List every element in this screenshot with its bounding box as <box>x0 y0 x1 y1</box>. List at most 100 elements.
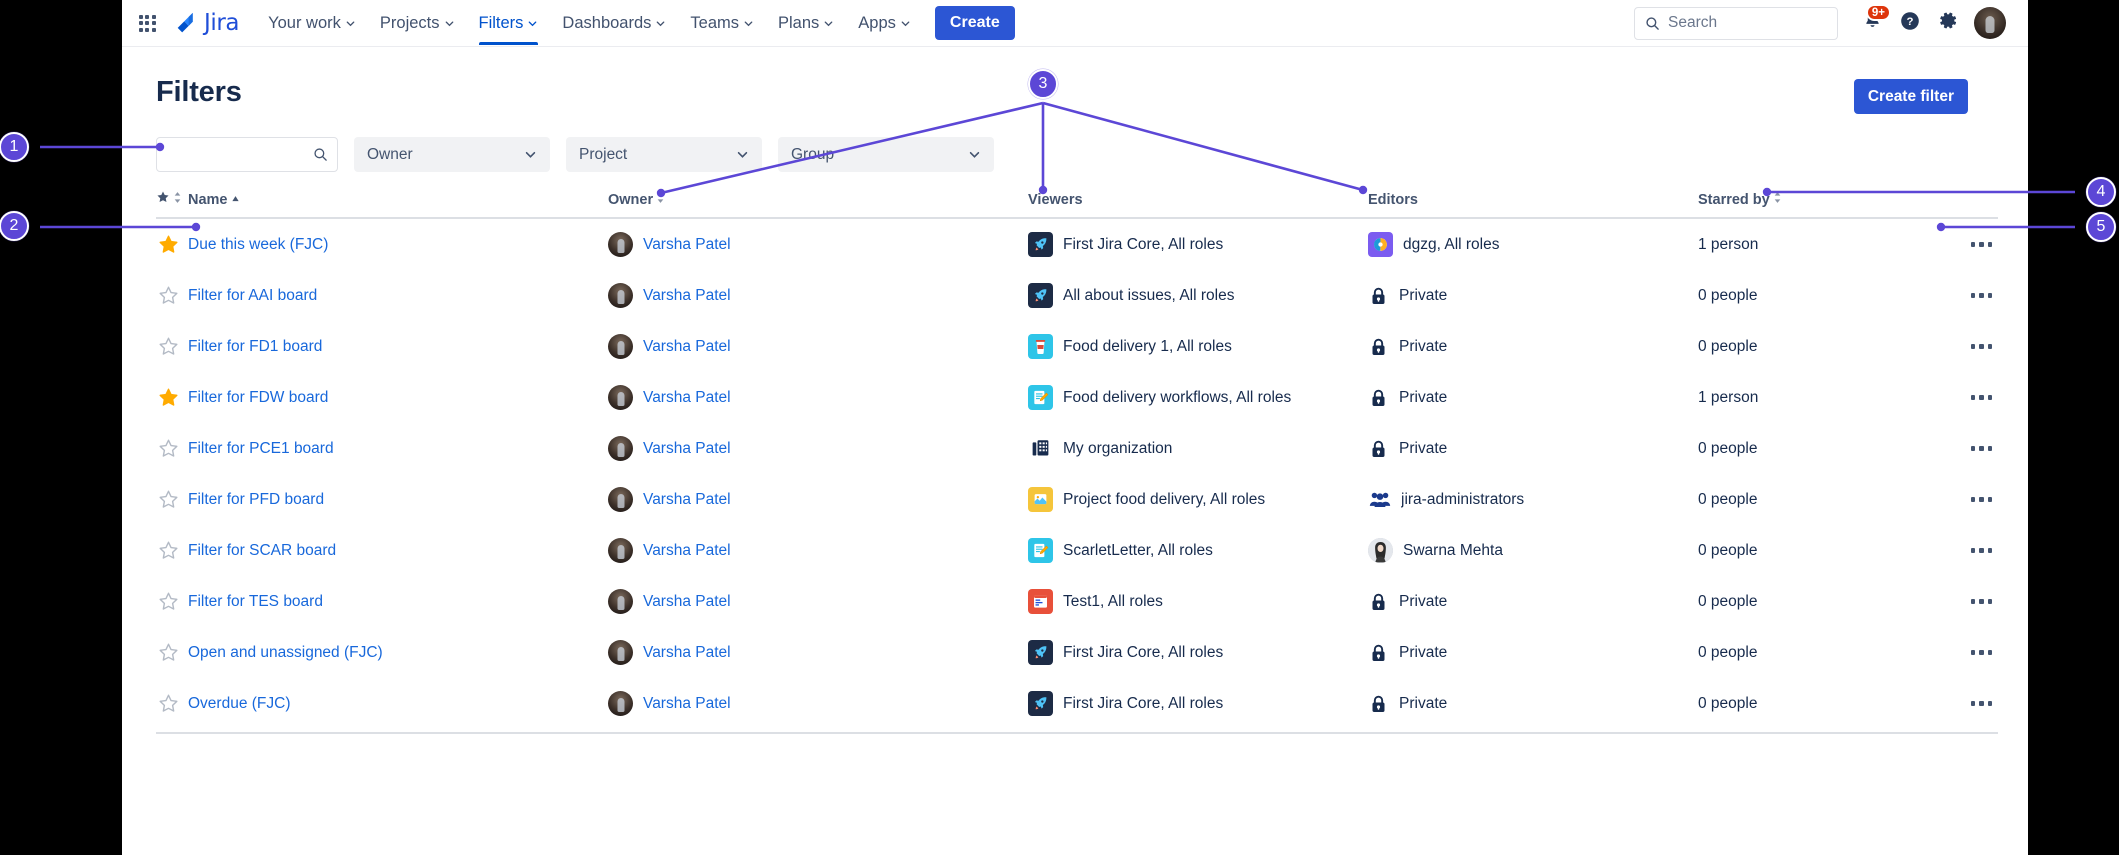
table-row[interactable]: Due this week (FJC) Varsha Patel First Jir… <box>156 218 1998 270</box>
filter-name-link[interactable]: Filter for AAI board <box>188 287 317 304</box>
table-row[interactable]: Filter for PFD board Varsha Patel Project … <box>156 474 1998 525</box>
more-actions-icon[interactable] <box>1928 242 1998 247</box>
column-header-starred-by-label: Starred by <box>1698 191 1770 208</box>
row-star-toggle[interactable] <box>156 423 188 474</box>
chevron-down-icon <box>900 18 911 29</box>
filters-table: Name Owner Viewers Editors Starred by Du… <box>156 190 1998 734</box>
row-star-toggle[interactable] <box>156 372 188 423</box>
row-viewers-cell: First Jira Core, All roles <box>1028 627 1368 678</box>
row-star-toggle[interactable] <box>156 474 188 525</box>
row-star-toggle[interactable] <box>156 525 188 576</box>
create-button[interactable]: Create <box>934 6 1015 40</box>
owner-name-link[interactable]: Varsha Patel <box>643 491 731 509</box>
owner-name-link[interactable]: Varsha Patel <box>643 236 731 254</box>
group-people-icon <box>1368 487 1391 512</box>
nav-item-apps[interactable]: Apps <box>847 1 922 45</box>
filter-name-link[interactable]: Overdue (FJC) <box>188 695 291 712</box>
more-actions-icon[interactable] <box>1928 650 1998 655</box>
column-header-star[interactable] <box>156 190 188 219</box>
row-actions-cell <box>1928 627 1998 678</box>
more-actions-icon[interactable] <box>1928 701 1998 706</box>
filter-name-link[interactable]: Filter for TES board <box>188 593 323 610</box>
owner-name-link[interactable]: Varsha Patel <box>643 542 731 560</box>
table-row[interactable]: Open and unassigned (FJC) Varsha Patel Fir… <box>156 627 1998 678</box>
row-editors-cell: Private <box>1368 423 1698 474</box>
owner-name-link[interactable]: Varsha Patel <box>643 593 731 611</box>
more-actions-icon[interactable] <box>1928 293 1998 298</box>
table-row[interactable]: Filter for AAI board Varsha Patel All abou… <box>156 270 1998 321</box>
lock-icon <box>1368 283 1389 308</box>
table-row[interactable]: Overdue (FJC) Varsha Patel First Jira Core… <box>156 678 1998 734</box>
nav-item-dashboards[interactable]: Dashboards <box>551 1 677 45</box>
text-filter-input[interactable] <box>166 146 313 163</box>
row-star-toggle[interactable] <box>156 678 188 734</box>
filter-name-link[interactable]: Due this week (FJC) <box>188 236 328 253</box>
row-star-toggle[interactable] <box>156 218 188 270</box>
more-actions-icon[interactable] <box>1928 548 1998 553</box>
create-filter-button[interactable]: Create filter <box>1853 79 1968 114</box>
viewers-text: Food delivery 1, All roles <box>1063 337 1232 355</box>
table-row[interactable]: Filter for PCE1 board Varsha Patel My orga… <box>156 423 1998 474</box>
owner-name-link[interactable]: Varsha Patel <box>643 338 731 356</box>
filter-name-link[interactable]: Filter for PFD board <box>188 491 324 508</box>
more-actions-icon[interactable] <box>1928 344 1998 349</box>
help-button[interactable]: ? <box>1892 5 1928 41</box>
nav-item-projects[interactable]: Projects <box>369 1 466 45</box>
row-owner-cell: Varsha Patel <box>608 218 1028 270</box>
owner-name-link[interactable]: Varsha Patel <box>643 644 731 662</box>
callout-marker-2: 2 <box>0 211 29 241</box>
owner-name-link[interactable]: Varsha Patel <box>643 695 731 713</box>
owner-name-link[interactable]: Varsha Patel <box>643 389 731 407</box>
avatar <box>608 232 633 257</box>
row-star-toggle[interactable] <box>156 576 188 627</box>
row-star-toggle[interactable] <box>156 270 188 321</box>
row-actions-cell <box>1928 525 1998 576</box>
notifications-button[interactable]: 9+ <box>1854 4 1891 41</box>
owner-name-link[interactable]: Varsha Patel <box>643 440 731 458</box>
row-name-cell: Filter for SCAR board <box>188 525 608 576</box>
column-header-name[interactable]: Name <box>188 190 608 219</box>
owner-filter-dropdown[interactable]: Owner <box>354 137 550 172</box>
search-input[interactable] <box>1668 14 1827 32</box>
owner-name-link[interactable]: Varsha Patel <box>643 287 731 305</box>
column-header-owner[interactable]: Owner <box>608 190 1028 219</box>
nav-item-plans[interactable]: Plans <box>767 1 845 45</box>
table-row[interactable]: Filter for FD1 board Varsha Patel Food del… <box>156 321 1998 372</box>
row-star-toggle[interactable] <box>156 627 188 678</box>
filter-name-link[interactable]: Filter for PCE1 board <box>188 440 334 457</box>
column-header-starred-by[interactable]: Starred by <box>1698 190 1928 219</box>
row-name-cell: Filter for FD1 board <box>188 321 608 372</box>
nav-item-teams[interactable]: Teams <box>679 1 765 45</box>
notifications-badge: 9+ <box>1865 4 1891 21</box>
group-filter-dropdown[interactable]: Group <box>778 137 994 172</box>
table-row[interactable]: Filter for TES board Varsha Patel Test1, A… <box>156 576 1998 627</box>
more-actions-icon[interactable] <box>1928 497 1998 502</box>
filter-name-link[interactable]: Filter for FDW board <box>188 389 328 406</box>
more-actions-icon[interactable] <box>1928 599 1998 604</box>
viewers-text: First Jira Core, All roles <box>1063 694 1224 712</box>
table-row[interactable]: Filter for SCAR board Varsha Patel Scarlet… <box>156 525 1998 576</box>
row-name-cell: Due this week (FJC) <box>188 218 608 270</box>
filter-name-link[interactable]: Open and unassigned (FJC) <box>188 644 383 661</box>
more-actions-icon[interactable] <box>1928 446 1998 451</box>
nav-item-filters[interactable]: Filters <box>468 1 550 45</box>
row-viewers-cell: First Jira Core, All roles <box>1028 218 1368 270</box>
filter-name-link[interactable]: Filter for SCAR board <box>188 542 336 559</box>
project-filter-dropdown[interactable]: Project <box>566 137 762 172</box>
nav-item-your-work[interactable]: Your work <box>257 1 367 45</box>
row-star-toggle[interactable] <box>156 321 188 372</box>
text-filter-field[interactable] <box>156 137 338 172</box>
settings-button[interactable] <box>1930 5 1966 41</box>
jira-home-link[interactable]: Jira <box>172 10 240 36</box>
more-actions-icon[interactable] <box>1928 395 1998 400</box>
row-editors-cell: Private <box>1368 678 1698 734</box>
chevron-down-icon <box>655 18 666 29</box>
row-owner-cell: Varsha Patel <box>608 270 1028 321</box>
filter-name-link[interactable]: Filter for FD1 board <box>188 338 322 355</box>
starred-by-text: 1 person <box>1698 388 1759 406</box>
profile-avatar[interactable] <box>1974 7 2006 39</box>
table-row[interactable]: Filter for FDW board Varsha Patel Food del… <box>156 372 1998 423</box>
row-starred-by-cell: 1 person <box>1698 372 1928 423</box>
global-search[interactable] <box>1634 6 1838 40</box>
app-switcher-button[interactable] <box>132 8 162 38</box>
